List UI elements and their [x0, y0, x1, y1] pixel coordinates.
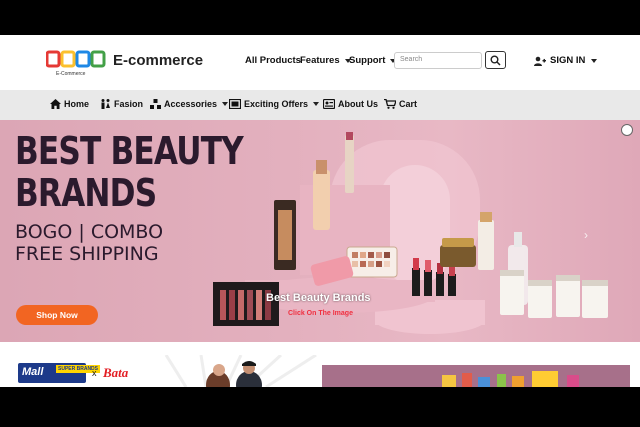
chevron-down-icon [222, 102, 229, 106]
accessories-icon [150, 99, 161, 109]
page: E-Commerce E-commerce All Products Featu… [0, 35, 640, 387]
category-nav: Home Fasion Accessories Exciting Offers [0, 90, 640, 120]
people-icon [101, 99, 110, 109]
subnav-accessories[interactable]: Accessories [150, 99, 229, 109]
hero-sub-caption[interactable]: Click On The Image [288, 310, 353, 317]
hero-title: BEST BEAUTY BRANDS [15, 129, 244, 215]
top-header: E-Commerce E-commerce All Products Featu… [0, 35, 640, 90]
subnav-cart-label: Cart [399, 99, 418, 109]
chevron-down-icon [313, 102, 320, 106]
hero-offer-line1: BOGO | COMBO [15, 221, 164, 243]
home-icon [50, 99, 61, 109]
chevron-right-icon[interactable]: › [584, 228, 588, 242]
nav-features[interactable]: Features [300, 55, 351, 66]
mall-label: Mall [22, 366, 44, 378]
cart-icon [384, 99, 396, 109]
subnav-about-us[interactable]: About Us [323, 99, 378, 109]
subnav-home[interactable]: Home [50, 99, 89, 109]
cross-label: x [92, 368, 97, 378]
hero-title-line2: BRANDS [15, 171, 157, 215]
id-card-icon [323, 99, 335, 109]
subnav-exciting-offers[interactable]: Exciting Offers [229, 99, 320, 109]
search-input[interactable]: Search [394, 52, 482, 69]
nav-features-label: Features [300, 55, 340, 66]
subnav-fasion[interactable]: Fasion [100, 99, 143, 109]
subnav-cart[interactable]: Cart [384, 99, 417, 109]
subnav-fasion-label: Fasion [114, 99, 144, 109]
promo-products-illustration [442, 371, 579, 387]
subnav-exciting-offers-label: Exciting Offers [244, 99, 309, 109]
user-icon [534, 56, 546, 66]
subnav-home-label: Home [64, 99, 90, 109]
nav-support[interactable]: Support [349, 55, 397, 66]
partner-logo: Bata [103, 365, 129, 380]
nav-all-products-label: All Products [245, 55, 301, 66]
hero-title-line1: BEST BEAUTY [15, 129, 244, 173]
chevron-down-icon [591, 58, 598, 63]
zoom-icon[interactable] [621, 124, 633, 136]
search-icon [490, 55, 501, 66]
sign-in-label: SIGN IN [550, 55, 586, 66]
promo-banner-left[interactable]: Mall SUPER BRANDS x Bata [6, 355, 318, 387]
brand-name[interactable]: E-commerce [113, 52, 203, 69]
hero-offer-line2: FREE SHIPPING [15, 243, 159, 265]
shop-now-button[interactable]: Shop Now [16, 305, 98, 325]
hero-banner[interactable]: BEST BEAUTY BRANDS BOGO | COMBO FREE SHI… [0, 120, 640, 342]
search-button[interactable] [485, 51, 506, 69]
nav-all-products[interactable]: All Products [245, 55, 301, 66]
sign-in-button[interactable]: SIGN IN [534, 55, 598, 66]
offer-icon [229, 99, 241, 109]
hero-offer: BOGO | COMBO FREE SHIPPING [15, 221, 163, 265]
logo-subtitle: E-Commerce [56, 71, 86, 77]
nav-support-label: Support [349, 55, 386, 66]
hero-caption: Best Beauty Brands [266, 292, 371, 304]
subnav-accessories-label: Accessories [164, 99, 218, 109]
promo-banner-right[interactable] [322, 365, 630, 387]
subnav-about-us-label: About Us [338, 99, 378, 109]
